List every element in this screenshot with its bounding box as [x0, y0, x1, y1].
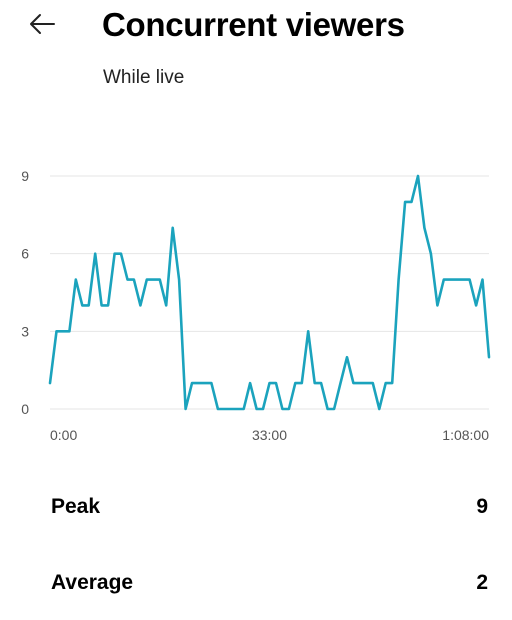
y-tick-label: 0 — [21, 401, 29, 417]
page-subtitle: While live — [103, 67, 185, 88]
average-value: 2 — [476, 571, 488, 594]
page-title: Concurrent viewers — [102, 6, 405, 43]
peak-label: Peak — [51, 495, 101, 518]
peak-value: 9 — [476, 495, 488, 518]
arrow-left-icon — [30, 14, 55, 34]
y-tick-label: 3 — [21, 323, 29, 339]
y-tick-label: 9 — [21, 168, 29, 184]
average-label: Average — [51, 571, 134, 594]
average-row: Average 2 — [51, 568, 488, 598]
x-tick-label: 33:00 — [252, 427, 287, 443]
viewers-line-chart: 0 3 6 9 0:00 33:00 1:08:00 — [21, 168, 491, 443]
x-tick-label: 0:00 — [50, 427, 77, 443]
peak-row: Peak 9 — [51, 492, 488, 522]
viewers-series-line — [48, 174, 491, 411]
y-tick-label: 6 — [21, 246, 29, 262]
x-tick-label: 1:08:00 — [442, 427, 489, 443]
back-button[interactable] — [22, 6, 62, 42]
